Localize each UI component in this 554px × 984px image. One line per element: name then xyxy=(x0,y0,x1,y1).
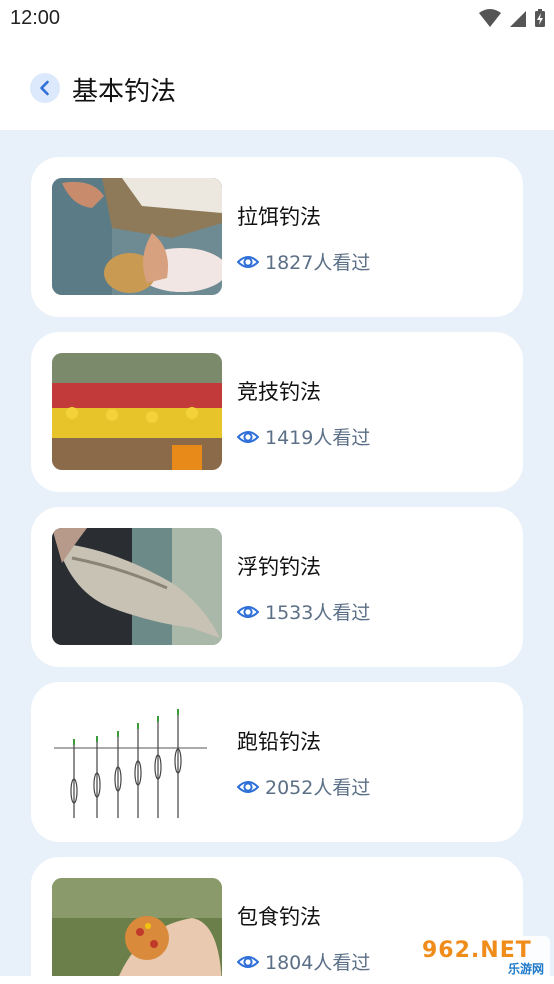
eye-icon xyxy=(237,255,259,268)
view-count-text: 1533人看过 xyxy=(265,602,371,624)
view-count-text: 1827人看过 xyxy=(265,252,371,274)
eye-icon xyxy=(237,955,259,968)
view-count: 1419人看过 xyxy=(237,423,370,450)
item-title: 竞技钓法 xyxy=(237,380,321,404)
battery-icon xyxy=(535,9,545,27)
list-item[interactable]: 竞技钓法 1419人看过 xyxy=(31,332,523,492)
page-title: 基本钓法 xyxy=(72,77,177,107)
watermark-subtext: 乐游网 xyxy=(507,962,544,976)
back-button[interactable] xyxy=(30,73,60,103)
item-title: 浮钓钓法 xyxy=(237,555,321,579)
list-item[interactable]: 浮钓钓法 1533人看过 xyxy=(31,507,523,667)
watermark-logo: 962.NET 乐游网 xyxy=(416,936,550,980)
method-list[interactable]: 拉饵钓法 1827人看过 竞技钓法 1419人看过 浮钓钓法 1533人看过 跑… xyxy=(0,130,554,976)
status-icons xyxy=(478,8,546,28)
view-count: 1533人看过 xyxy=(237,598,370,625)
view-count: 1804人看过 xyxy=(237,948,370,975)
thumbnail-image xyxy=(52,703,222,820)
item-title: 包食钓法 xyxy=(237,905,321,929)
view-count: 2052人看过 xyxy=(237,773,370,800)
view-count-text: 2052人看过 xyxy=(265,777,371,799)
header: 基本钓法 xyxy=(0,38,554,130)
status-bar: 12:00 xyxy=(0,0,554,38)
thumbnail-image xyxy=(52,878,222,976)
view-count: 1827人看过 xyxy=(237,248,370,275)
wifi-icon xyxy=(479,9,501,27)
item-title: 跑铅钓法 xyxy=(237,730,321,754)
thumbnail-image xyxy=(52,178,222,295)
eye-icon xyxy=(237,605,259,618)
list-item[interactable]: 拉饵钓法 1827人看过 xyxy=(31,157,523,317)
chevron-left-icon xyxy=(40,80,49,96)
eye-icon xyxy=(237,430,259,443)
status-time: 12:00 xyxy=(10,7,61,29)
thumbnail-image xyxy=(52,353,222,470)
thumbnail-image xyxy=(52,528,222,645)
view-count-text: 1419人看过 xyxy=(265,427,371,449)
item-title: 拉饵钓法 xyxy=(237,205,321,229)
eye-icon xyxy=(237,780,259,793)
view-count-text: 1804人看过 xyxy=(265,952,371,974)
signal-icon xyxy=(510,11,526,27)
list-item[interactable]: 跑铅钓法 2052人看过 xyxy=(31,682,523,842)
